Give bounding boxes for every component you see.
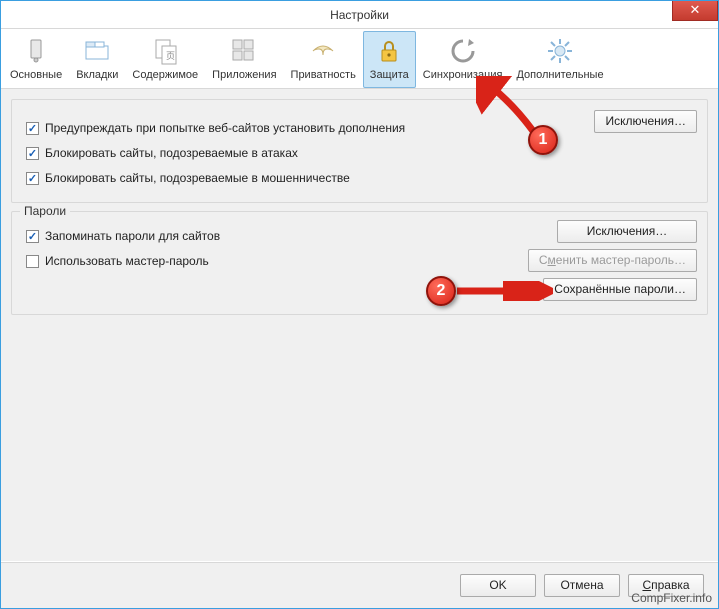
- change-master-password-button: Сменить мастер-пароль…: [528, 249, 697, 272]
- tab-tabs[interactable]: Вкладки: [69, 31, 125, 88]
- content-area: Предупреждать при попытке веб-сайтов уст…: [1, 89, 718, 561]
- tab-privacy-label: Приватность: [291, 69, 356, 81]
- content-icon: 页: [150, 36, 180, 66]
- label-remember-passwords: Запоминать пароли для сайтов: [45, 229, 220, 243]
- titlebar: Настройки ✕: [1, 1, 718, 29]
- window-title: Настройки: [1, 8, 718, 22]
- checkbox-block-attack[interactable]: [26, 147, 39, 160]
- svg-text:页: 页: [166, 51, 175, 61]
- watermark: CompFixer.info: [631, 591, 712, 605]
- tab-security[interactable]: Защита: [363, 31, 416, 88]
- tab-general[interactable]: Основные: [3, 31, 69, 88]
- checkbox-warn-addons[interactable]: [26, 122, 39, 135]
- privacy-icon: [308, 36, 338, 66]
- passwords-group: Пароли Запоминать пароли для сайтов Испо…: [11, 211, 708, 315]
- toolbar: Основные Вкладки 页 Содержимое Приложения…: [1, 29, 718, 89]
- sync-icon: [448, 36, 478, 66]
- tab-privacy[interactable]: Приватность: [284, 31, 363, 88]
- tab-security-label: Защита: [370, 69, 409, 81]
- exceptions-button-2[interactable]: Исключения…: [557, 220, 697, 243]
- annotation-arrow-2: [453, 281, 553, 301]
- annotation-badge-2: 2: [426, 276, 456, 306]
- label-master-password: Использовать мастер-пароль: [45, 254, 209, 268]
- dialog-footer: OK Отмена Справка: [1, 562, 718, 608]
- cancel-button[interactable]: Отмена: [544, 574, 620, 597]
- tabs-icon: [82, 36, 112, 66]
- tab-content-label: Содержимое: [132, 69, 198, 81]
- security-icon: [374, 36, 404, 66]
- saved-passwords-button[interactable]: Сохранённые пароли…: [543, 278, 697, 301]
- general-icon: [21, 36, 51, 66]
- passwords-legend: Пароли: [20, 204, 70, 218]
- label-block-attack: Блокировать сайты, подозреваемые в атака…: [45, 146, 298, 160]
- label-block-fraud: Блокировать сайты, подозреваемые в мошен…: [45, 171, 350, 185]
- ok-button[interactable]: OK: [460, 574, 536, 597]
- advanced-icon: [545, 36, 575, 66]
- tab-apps[interactable]: Приложения: [205, 31, 283, 88]
- checkbox-remember-passwords[interactable]: [26, 230, 39, 243]
- checkbox-block-fraud[interactable]: [26, 172, 39, 185]
- tab-content[interactable]: 页 Содержимое: [125, 31, 205, 88]
- annotation-badge-1: 1: [528, 125, 558, 155]
- apps-icon: [229, 36, 259, 66]
- tab-general-label: Основные: [10, 69, 62, 81]
- close-button[interactable]: ✕: [672, 1, 718, 21]
- warnings-group: Предупреждать при попытке веб-сайтов уст…: [11, 99, 708, 203]
- checkbox-master-password[interactable]: [26, 255, 39, 268]
- exceptions-button-1[interactable]: Исключения…: [594, 110, 697, 133]
- label-warn-addons: Предупреждать при попытке веб-сайтов уст…: [45, 121, 405, 135]
- tab-tabs-label: Вкладки: [76, 69, 118, 81]
- tab-apps-label: Приложения: [212, 69, 276, 81]
